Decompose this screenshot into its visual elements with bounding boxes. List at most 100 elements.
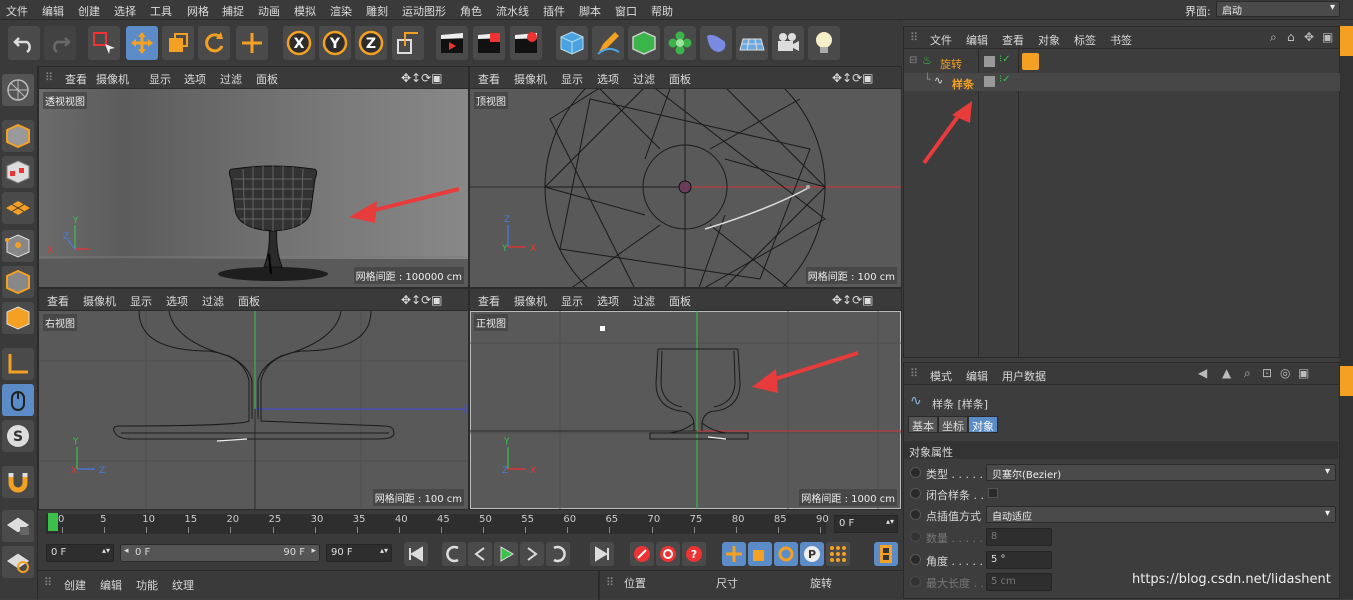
menu-create[interactable]: 创建 — [78, 3, 100, 19]
viewport-menu-filter[interactable]: 过滤 — [202, 293, 224, 309]
closed-spline-checkbox[interactable] — [988, 488, 998, 498]
viewport-menu-filter[interactable]: 过滤 — [633, 71, 655, 87]
viewport-menu-filter[interactable]: 过滤 — [220, 71, 242, 87]
lock-icon[interactable]: ⊡ — [1262, 366, 1272, 380]
viewport-right[interactable]: 查看 摄像机 显示 选项 过滤 面板 ✥↕⟳▣ Y X Z 右视图 网格间距 :… — [38, 288, 469, 510]
render-settings-button[interactable] — [510, 26, 542, 60]
floor-button[interactable] — [736, 26, 768, 60]
search-icon[interactable]: ⌕ — [1270, 30, 1277, 45]
animate-radio[interactable] — [910, 467, 921, 478]
render-picture-viewer-button[interactable] — [473, 26, 505, 60]
cloner-button[interactable] — [664, 26, 696, 60]
axis-mode-button[interactable] — [2, 348, 34, 380]
animate-radio[interactable] — [910, 554, 921, 565]
am-menu-mode[interactable]: 模式 — [930, 368, 952, 384]
am-menu-userdata[interactable]: 用户数据 — [1002, 368, 1046, 384]
move-button[interactable] — [126, 26, 158, 60]
workplane-button[interactable] — [2, 192, 34, 224]
maximize-icon[interactable]: ▣ — [1298, 366, 1309, 380]
object-name[interactable]: 样条 — [952, 76, 974, 92]
viewport-menu-filter[interactable]: 过滤 — [633, 293, 655, 309]
camera-button[interactable] — [772, 26, 804, 60]
menu-render[interactable]: 渲染 — [330, 3, 352, 19]
viewport-menu-camera[interactable]: 摄像机 — [96, 71, 129, 87]
menu-sculpt[interactable]: 雕刻 — [366, 3, 388, 19]
tab-coord[interactable]: 坐标 — [938, 416, 968, 433]
menu-plugins[interactable]: 插件 — [543, 3, 565, 19]
viewport-menu-options[interactable]: 选项 — [184, 71, 206, 87]
playhead[interactable] — [48, 513, 58, 531]
material-menu-edit[interactable]: 编辑 — [100, 577, 122, 593]
menu-window[interactable]: 窗口 — [615, 3, 637, 19]
phong-tag-icon[interactable] — [1022, 53, 1039, 70]
maxlength-field[interactable]: 5 cm — [986, 573, 1052, 591]
render-view-button[interactable] — [436, 26, 468, 60]
keyframe-selection-button[interactable]: ? — [682, 542, 706, 566]
menu-tools[interactable]: 工具 — [150, 3, 172, 19]
end-frame-field[interactable]: 90 F ▴▾ — [326, 544, 392, 562]
subdivision-button[interactable] — [628, 26, 660, 60]
viewport-menu-display[interactable]: 显示 — [149, 71, 171, 87]
viewport-menu-options[interactable]: 选项 — [166, 293, 188, 309]
scale-button[interactable] — [162, 26, 194, 60]
menu-select[interactable]: 选择 — [114, 3, 136, 19]
menu-pipeline[interactable]: 流水线 — [496, 3, 529, 19]
viewport-menu-display[interactable]: 显示 — [561, 71, 583, 87]
menu-simulate[interactable]: 模拟 — [294, 3, 316, 19]
light-button[interactable] — [808, 26, 840, 60]
deformer-button[interactable] — [700, 26, 732, 60]
animate-radio[interactable] — [910, 488, 921, 499]
settings-icon[interactable]: ◎ — [1280, 366, 1290, 380]
viewport-menu-panel[interactable]: 面板 — [669, 71, 691, 87]
side-tab-attributes[interactable] — [1340, 366, 1353, 396]
key-position-button[interactable] — [722, 542, 746, 566]
move-icon[interactable]: ✥ — [1304, 30, 1314, 44]
om-menu-tags[interactable]: 标签 — [1074, 32, 1096, 48]
texture-mode-button[interactable] — [2, 156, 34, 188]
search-icon[interactable]: ⌕ — [1244, 366, 1251, 381]
menu-help[interactable]: 帮助 — [651, 3, 673, 19]
frame-range-slider[interactable]: ◂ 0 F 90 F ▸ — [120, 544, 320, 562]
menu-character[interactable]: 角色 — [460, 3, 482, 19]
play-button[interactable] — [494, 542, 518, 566]
viewport-menu-view[interactable]: 查看 — [65, 71, 87, 87]
redo-button[interactable] — [44, 26, 76, 60]
tab-basic[interactable]: 基本 — [908, 416, 938, 433]
menu-mesh[interactable]: 网格 — [187, 3, 209, 19]
menu-edit[interactable]: 编辑 — [42, 3, 64, 19]
auto-key-button[interactable] — [656, 542, 680, 566]
z-axis-button[interactable]: Z — [355, 26, 387, 60]
menu-animate[interactable]: 动画 — [258, 3, 280, 19]
layer-swatch-icon[interactable] — [984, 76, 995, 87]
viewport-nav-icons[interactable]: ✥↕⟳▣ — [401, 71, 443, 85]
viewport-nav-icons[interactable]: ✥↕⟳▣ — [832, 293, 874, 307]
pen-button[interactable] — [592, 26, 624, 60]
animate-radio[interactable] — [910, 531, 921, 542]
object-name[interactable]: 旋转 — [940, 56, 962, 72]
object-row[interactable]: └ ∿ 样条 ⁝✓ — [904, 73, 1341, 91]
workplane-rotate-button[interactable] — [2, 546, 34, 578]
type-select[interactable]: 贝塞尔(Bezier) ▾ — [986, 464, 1336, 481]
viewport-menu-view[interactable]: 查看 — [478, 71, 500, 87]
viewport-menu-display[interactable]: 显示 — [561, 293, 583, 309]
viewport-menu-view[interactable]: 查看 — [47, 293, 69, 309]
key-scale-button[interactable] — [748, 542, 772, 566]
make-editable-button[interactable] — [2, 74, 34, 106]
viewport-menu-panel[interactable]: 面板 — [669, 293, 691, 309]
snap-button[interactable] — [2, 466, 34, 498]
viewport-canvas[interactable]: Y Z X 正视图 网格间距 : 1000 cm — [470, 311, 901, 509]
next-key-button[interactable] — [546, 542, 570, 566]
object-row[interactable]: ⊟ ♨ 旋转 ⁝✓ — [904, 53, 1341, 71]
lock-workplane-button[interactable] — [2, 510, 34, 542]
maximize-icon[interactable]: ▣ — [1322, 30, 1333, 44]
viewport-top[interactable]: 查看 摄像机 显示 选项 过滤 面板 ✥↕⟳▣ Z Y X 顶视图 网格间距 :… — [469, 66, 902, 288]
material-menu-texture[interactable]: 纹理 — [172, 577, 194, 593]
tweak-mode-button[interactable] — [2, 384, 34, 416]
timeline-button[interactable] — [874, 542, 898, 566]
interface-select[interactable]: 启动 ▾ — [1216, 1, 1340, 17]
om-menu-file[interactable]: 文件 — [930, 32, 952, 48]
menu-mograph[interactable]: 运动图形 — [402, 3, 446, 19]
interpolation-select[interactable]: 自动适应 ▾ — [986, 506, 1336, 523]
go-to-end-button[interactable] — [590, 542, 614, 566]
menu-script[interactable]: 脚本 — [579, 3, 601, 19]
